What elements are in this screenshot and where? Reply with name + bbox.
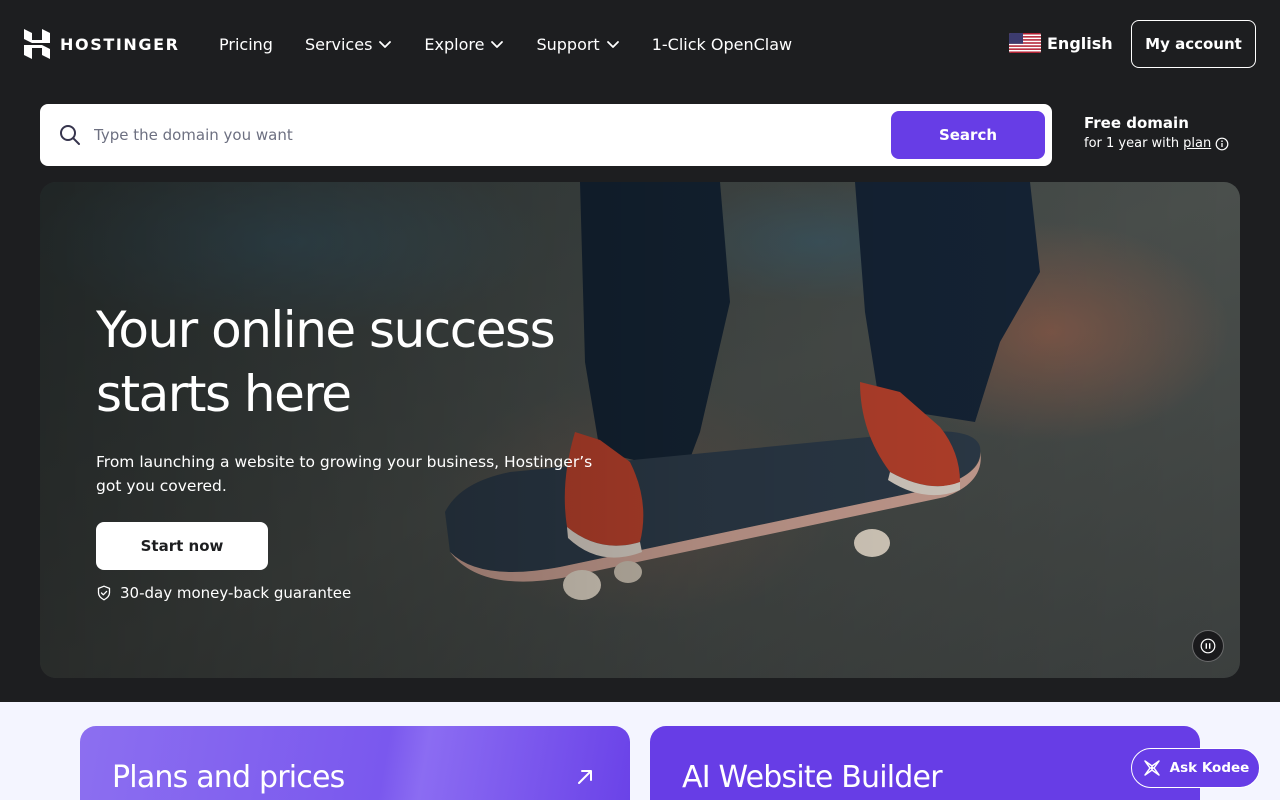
nav-services[interactable]: Services <box>305 32 392 56</box>
hero-video-image <box>40 182 1240 678</box>
free-domain-sub-text: for 1 year with <box>1084 136 1180 151</box>
ask-kodee-button[interactable]: Ask Kodee <box>1131 748 1260 788</box>
us-flag-icon <box>1009 33 1041 53</box>
hero-subtitle: From launching a website to growing your… <box>96 453 593 495</box>
nav-explore-label: Explore <box>424 34 485 54</box>
nav-support-label: Support <box>536 34 600 54</box>
nav-explore[interactable]: Explore <box>424 32 504 56</box>
hostinger-logo[interactable]: HOSTINGER <box>24 29 180 59</box>
guarantee-text: 30-day money-back guarantee <box>120 584 352 602</box>
kodee-sparkle-icon <box>1143 760 1160 776</box>
hero-title-line1: Your online success <box>96 301 556 359</box>
free-domain-subtitle: for 1 year with plan <box>1084 136 1229 151</box>
main-nav: Pricing Services Explore Support 1-Click… <box>219 32 824 56</box>
nav-openclaw-label: 1-Click OpenClaw <box>651 34 793 54</box>
search-icon <box>60 125 80 145</box>
video-pause-button[interactable] <box>1192 630 1224 662</box>
nav-pricing[interactable]: Pricing <box>219 32 273 56</box>
free-domain-promo: Free domain for 1 year with plan <box>1084 114 1229 151</box>
plans-and-prices-card[interactable]: Plans and prices <box>80 726 630 800</box>
ask-kodee-label: Ask Kodee <box>1169 760 1250 776</box>
feature-cards-section: Plans and prices AI Website Builder <box>0 702 1280 800</box>
site-header: HOSTINGER Pricing Services Explore Suppo… <box>0 0 1280 88</box>
hero-banner: Your online success starts here From lau… <box>40 182 1240 678</box>
free-domain-title: Free domain <box>1084 114 1189 132</box>
nav-services-label: Services <box>304 34 373 54</box>
plan-link[interactable]: plan <box>1183 136 1211 151</box>
ai-website-builder-card[interactable]: AI Website Builder <box>650 726 1200 800</box>
search-button[interactable]: Search <box>891 111 1045 159</box>
language-label: English <box>1047 33 1113 53</box>
brand-name: HOSTINGER <box>60 34 180 54</box>
domain-search-bar: Search <box>40 104 1052 166</box>
arrow-up-right-icon <box>578 770 592 784</box>
nav-support[interactable]: Support <box>536 32 619 56</box>
money-back-guarantee: 30-day money-back guarantee <box>96 584 351 602</box>
chevron-down-icon <box>491 41 504 48</box>
nav-pricing-label: Pricing <box>219 34 273 54</box>
hero-title: Your online success starts here <box>96 298 656 426</box>
chevron-down-icon <box>379 41 392 48</box>
pause-icon <box>1200 638 1216 654</box>
start-now-button[interactable]: Start now <box>96 522 268 570</box>
nav-openclaw[interactable]: 1-Click OpenClaw <box>652 32 792 56</box>
language-selector[interactable]: English <box>1009 33 1113 53</box>
domain-search-input[interactable] <box>94 118 914 152</box>
shield-check-icon <box>97 585 111 601</box>
hero-title-line2: starts here <box>96 365 352 423</box>
my-account-button[interactable]: My account <box>1131 20 1256 68</box>
plans-card-title: Plans and prices <box>112 760 345 795</box>
info-icon[interactable] <box>1215 137 1229 151</box>
chevron-down-icon <box>606 41 619 48</box>
hostinger-logo-icon <box>24 29 50 59</box>
ai-card-title: AI Website Builder <box>682 760 943 795</box>
